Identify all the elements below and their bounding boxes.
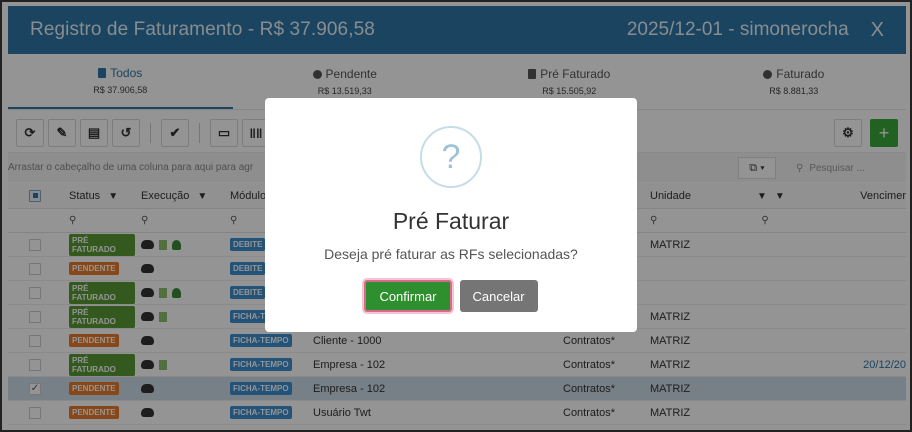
question-icon: ? <box>420 126 482 188</box>
confirm-dialog: ? Pré Faturar Deseja pré faturar as RFs … <box>265 98 637 332</box>
app-window: Registro de Faturamento - R$ 37.906,58 2… <box>0 0 912 432</box>
cancel-button[interactable]: Cancelar <box>459 280 538 312</box>
dialog-message: Deseja pré faturar as RFs selecionadas? <box>324 246 578 262</box>
confirm-button[interactable]: Confirmar <box>364 280 452 312</box>
dialog-title: Pré Faturar <box>392 208 510 234</box>
